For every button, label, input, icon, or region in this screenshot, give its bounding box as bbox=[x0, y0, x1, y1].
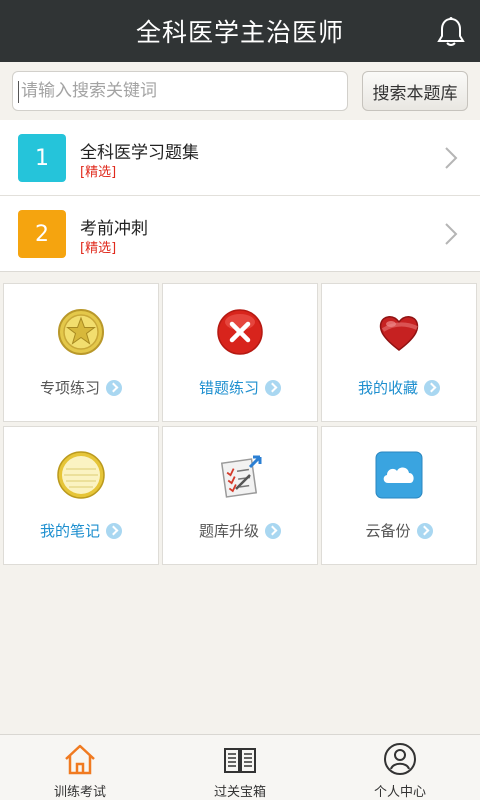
page-title: 全科医学主治医师 bbox=[135, 18, 344, 47]
list-item-title: 考前冲刺 bbox=[80, 219, 148, 239]
tile-label: 错题练习 bbox=[198, 379, 259, 397]
tab-training-exam[interactable]: 训练考试 bbox=[0, 735, 160, 800]
list-item-tag: [精选] bbox=[80, 165, 117, 180]
bottom-tab-bar: 训练考试 过关宝箱 个人中心 bbox=[0, 734, 480, 800]
person-icon bbox=[384, 743, 416, 775]
tile-label-row: 云备份 bbox=[322, 520, 476, 541]
tile-label-row: 我的笔记 bbox=[4, 520, 158, 541]
arrow-circle-icon bbox=[106, 522, 122, 539]
tab-label: 训练考试 bbox=[53, 785, 106, 800]
list-item-practice-set[interactable]: 1 全科医学习题集 [精选] bbox=[0, 120, 480, 196]
tab-personal-center[interactable]: 个人中心 bbox=[320, 735, 480, 800]
home-icon bbox=[65, 744, 95, 775]
tile-my-favorites[interactable]: 我的收藏 bbox=[321, 283, 477, 422]
chevron-right-icon bbox=[445, 147, 458, 169]
arrow-circle-icon bbox=[265, 522, 281, 539]
bell-icon[interactable] bbox=[436, 16, 466, 48]
tile-label-row: 错题练习 bbox=[163, 377, 317, 398]
tile-label: 我的收藏 bbox=[357, 379, 418, 397]
arrow-circle-icon bbox=[106, 379, 122, 396]
app-header: 全科医学主治医师 bbox=[0, 0, 480, 62]
tab-label: 过关宝箱 bbox=[213, 785, 266, 800]
number-badge: 1 bbox=[18, 134, 66, 182]
tile-label-row: 我的收藏 bbox=[322, 377, 476, 398]
red-x-icon bbox=[217, 309, 263, 355]
book-icon bbox=[224, 748, 256, 773]
tile-label: 云备份 bbox=[365, 522, 411, 540]
list-item-tag: [精选] bbox=[80, 241, 117, 256]
list-item-final-sprint[interactable]: 2 考前冲刺 [精选] bbox=[0, 196, 480, 272]
question-bank-list: 1 全科医学习题集 [精选] 2 考前冲刺 [精选] bbox=[0, 120, 480, 272]
checklist-upgrade-icon bbox=[220, 455, 262, 498]
list-item-title: 全科医学习题集 bbox=[80, 143, 199, 163]
arrow-circle-icon bbox=[424, 379, 440, 396]
tile-label: 专项练习 bbox=[39, 379, 100, 397]
star-medal-icon bbox=[58, 309, 104, 355]
feature-grid: 专项练习 错题练习 我的收藏 我的笔记 题库升级 云备份 bbox=[3, 283, 477, 565]
heart-icon bbox=[379, 316, 419, 351]
search-button[interactable]: 搜索本题库 bbox=[362, 71, 468, 111]
cloud-icon bbox=[375, 451, 423, 499]
search-input[interactable] bbox=[12, 71, 348, 111]
tile-cloud-backup[interactable]: 云备份 bbox=[321, 426, 477, 565]
tile-wrong-questions[interactable]: 错题练习 bbox=[162, 283, 318, 422]
tab-pass-treasure[interactable]: 过关宝箱 bbox=[160, 735, 320, 800]
search-bar: 搜索本题库 bbox=[0, 62, 480, 120]
tile-label: 题库升级 bbox=[198, 522, 259, 540]
tile-label-row: 题库升级 bbox=[163, 520, 317, 541]
tab-label: 个人中心 bbox=[373, 785, 426, 800]
tile-my-notes[interactable]: 我的笔记 bbox=[3, 426, 159, 565]
tile-label: 我的笔记 bbox=[39, 522, 100, 540]
notepad-icon bbox=[57, 451, 105, 499]
number-badge: 2 bbox=[18, 210, 66, 258]
arrow-circle-icon bbox=[265, 379, 281, 396]
tile-bank-upgrade[interactable]: 题库升级 bbox=[162, 426, 318, 565]
text-cursor bbox=[18, 81, 19, 103]
arrow-circle-icon bbox=[416, 522, 433, 539]
chevron-right-icon bbox=[445, 223, 458, 245]
tile-label-row: 专项练习 bbox=[4, 377, 158, 398]
tile-special-practice[interactable]: 专项练习 bbox=[3, 283, 159, 422]
